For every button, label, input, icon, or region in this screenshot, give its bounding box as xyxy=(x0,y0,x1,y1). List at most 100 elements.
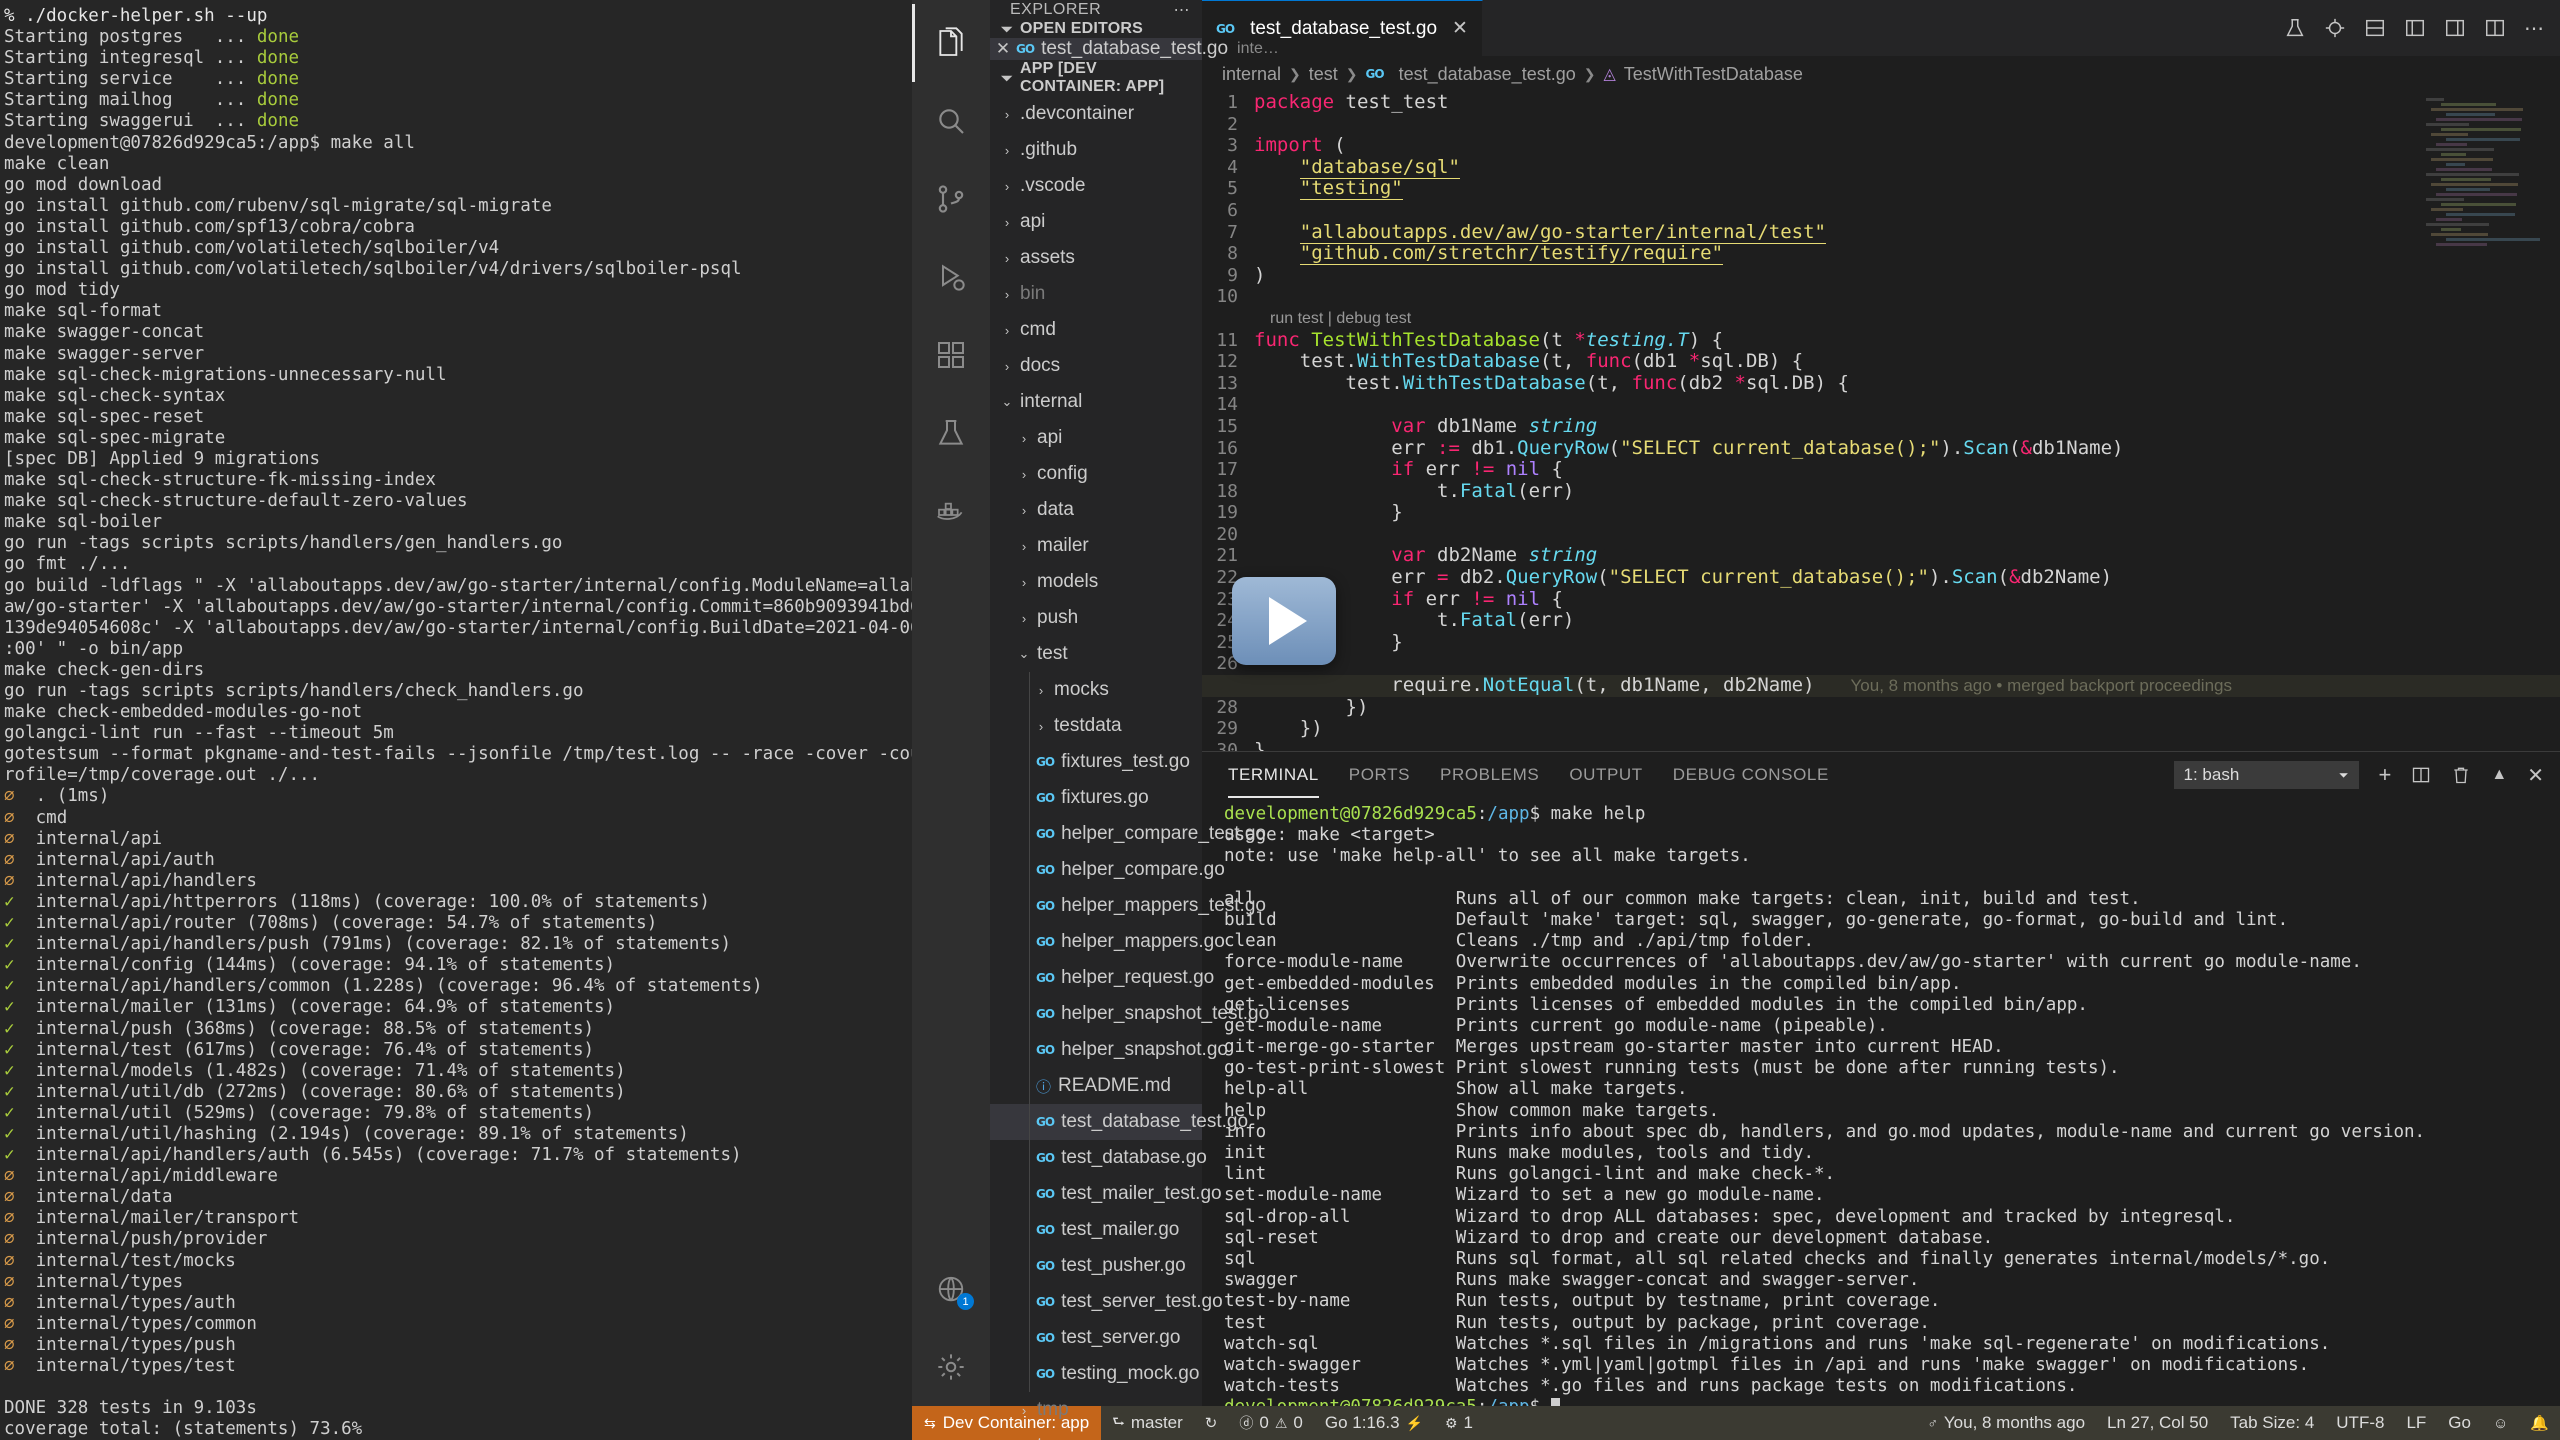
code-token: WithTestDatabase xyxy=(1357,350,1540,372)
tree-file[interactable]: GOfixtures.go xyxy=(990,780,1202,816)
more-actions-button[interactable]: ⋯ xyxy=(2524,16,2544,41)
panel-tab-debug-console[interactable]: DEBUG CONSOLE xyxy=(1673,752,1829,798)
tree-folder[interactable]: ›push xyxy=(990,600,1202,636)
add-terminal-button[interactable]: + xyxy=(2379,762,2392,788)
tree-folder[interactable]: ›.github xyxy=(990,132,1202,168)
testing-icon[interactable] xyxy=(2284,17,2306,39)
panel-tab-output[interactable]: OUTPUT xyxy=(1569,752,1642,798)
tree-folder[interactable]: ›docs xyxy=(990,348,1202,384)
tree-file[interactable]: GOtest_server_test.go xyxy=(990,1284,1202,1320)
tree-folder[interactable]: ›tmp xyxy=(990,1392,1202,1428)
tree-folder[interactable]: ›cmd xyxy=(990,312,1202,348)
tree-file[interactable]: GOhelper_compare.go xyxy=(990,852,1202,888)
debug-alt-icon[interactable] xyxy=(2324,17,2346,39)
tree-file[interactable]: GOtesting_mock.go xyxy=(990,1356,1202,1392)
minimap[interactable] xyxy=(2426,98,2546,278)
layout-icon[interactable] xyxy=(2444,17,2466,39)
status-blame[interactable]: ♂ You, 8 months ago xyxy=(1916,1406,2096,1440)
code-lens-run-test[interactable]: run test | debug test xyxy=(1202,308,2560,330)
activity-item-source-control[interactable] xyxy=(912,160,990,238)
status-tab-size[interactable]: Tab Size: 4 xyxy=(2219,1406,2325,1440)
integrated-terminal[interactable]: development@07826d929ca5:/app$ make help… xyxy=(1202,798,2560,1406)
tree-folder[interactable]: ›.devcontainer xyxy=(990,96,1202,132)
breadcrumb-item-internal[interactable]: internal xyxy=(1222,64,1281,85)
split-editor-down-icon[interactable] xyxy=(2364,17,2386,39)
status-eol[interactable]: LF xyxy=(2395,1406,2437,1440)
tree-folder[interactable]: ›mocks xyxy=(990,672,1202,708)
tree-folder[interactable]: ›api xyxy=(990,204,1202,240)
tree-file[interactable]: GOhelper_mappers_test.go xyxy=(990,888,1202,924)
play-overlay-button[interactable] xyxy=(1232,577,1336,665)
section-workspace[interactable]: ⏷ APP [DEV CONTAINER: APP] xyxy=(990,60,1202,96)
status-language-mode[interactable]: Go xyxy=(2437,1406,2482,1440)
split-terminal-icon[interactable] xyxy=(2411,765,2431,785)
tree-file[interactable]: GOtest_database_test.go xyxy=(990,1104,1202,1140)
code-line: 24 t.Fatal(err) xyxy=(1202,610,2560,632)
open-editor-item[interactable]: ✕ GO test_database_test.go inte… xyxy=(990,38,1202,60)
tree-file[interactable]: GOtest_mailer_test.go xyxy=(990,1176,1202,1212)
trash-icon[interactable] xyxy=(2451,765,2471,785)
tree-folder[interactable]: ›types xyxy=(990,1428,1202,1440)
status-feedback[interactable]: ☺ xyxy=(2482,1406,2519,1440)
tree-folder[interactable]: ›mailer xyxy=(990,528,1202,564)
status-encoding[interactable]: UTF-8 xyxy=(2325,1406,2395,1440)
panel-tab-terminal[interactable]: TERMINAL xyxy=(1228,752,1319,798)
tree-folder[interactable]: ›data xyxy=(990,492,1202,528)
tree-file[interactable]: GOhelper_snapshot_test.go xyxy=(990,996,1202,1032)
code-token: } xyxy=(1391,501,1402,523)
tree-folder[interactable]: ⌄internal xyxy=(990,384,1202,420)
tree-folder[interactable]: ›config xyxy=(990,456,1202,492)
status-cursor-position[interactable]: Ln 27, Col 50 xyxy=(2096,1406,2219,1440)
panel-tab-ports[interactable]: PORTS xyxy=(1349,752,1410,798)
tree-folder[interactable]: ›models xyxy=(990,564,1202,600)
tree-file[interactable]: GOfixtures_test.go xyxy=(990,744,1202,780)
activity-item-settings[interactable] xyxy=(912,1328,990,1406)
tree-file[interactable]: GOtest_database.go xyxy=(990,1140,1202,1176)
tree-folder[interactable]: ›assets xyxy=(990,240,1202,276)
split-editor-right-icon[interactable] xyxy=(2484,17,2506,39)
code-editor[interactable]: 1package test_test23import (4 "database/… xyxy=(1202,92,2560,751)
activity-item-remote-explorer[interactable]: 1 xyxy=(912,1250,990,1328)
section-open-editors[interactable]: ⏷ OPEN EDITORS xyxy=(990,20,1202,38)
close-icon[interactable]: ✕ xyxy=(990,39,1016,59)
tree-folder[interactable]: ›api xyxy=(990,420,1202,456)
tree-file[interactable]: GOhelper_compare_test.go xyxy=(990,816,1202,852)
code-token: ). xyxy=(1929,566,1952,588)
breadcrumb-item-file[interactable]: test_database_test.go xyxy=(1399,64,1576,85)
maximize-panel-button[interactable]: ▲ xyxy=(2491,766,2507,784)
indent-guide xyxy=(1029,816,1030,852)
status-ports[interactable]: ⚙ 1 xyxy=(1434,1406,1484,1440)
status-notifications[interactable]: 🔔 xyxy=(2519,1406,2560,1440)
tree-file[interactable]: GOhelper_request.go xyxy=(990,960,1202,996)
code-token: ( xyxy=(1998,566,2009,588)
preview-icon[interactable] xyxy=(2404,17,2426,39)
host-terminal[interactable]: % ./docker-helper.sh --upStarting postgr… xyxy=(0,0,912,1440)
panel-tab-problems[interactable]: PROBLEMS xyxy=(1440,752,1539,798)
close-panel-button[interactable]: ✕ xyxy=(2527,763,2544,788)
tree-file[interactable]: GOtest_server.go xyxy=(990,1320,1202,1356)
code-token: WithTestDatabase xyxy=(1403,372,1586,394)
terminal-select[interactable]: 1: bash ⏷ xyxy=(2174,761,2359,789)
tree-folder[interactable]: ›testdata xyxy=(990,708,1202,744)
code-token: if xyxy=(1391,458,1414,480)
activity-item-search[interactable] xyxy=(912,82,990,160)
activity-item-extensions[interactable] xyxy=(912,316,990,394)
activity-item-docker[interactable] xyxy=(912,472,990,550)
status-go-version[interactable]: Go 1:16.3 ⚡ xyxy=(1314,1406,1434,1440)
tree-file[interactable]: GOhelper_snapshot.go xyxy=(990,1032,1202,1068)
activity-item-run-and-debug[interactable] xyxy=(912,238,990,316)
breadcrumb-item-test[interactable]: test xyxy=(1309,64,1338,85)
tree-folder[interactable]: ⌄test xyxy=(990,636,1202,672)
activity-item-explorer[interactable] xyxy=(912,4,990,82)
tree-file[interactable]: GOhelper_mappers.go xyxy=(990,924,1202,960)
tree-file[interactable]: ⓘREADME.md xyxy=(990,1068,1202,1104)
sidebar-more-button[interactable]: ⋯ xyxy=(1174,0,1191,20)
status-problems[interactable]: ⓓ 0 ⚠ 0 xyxy=(1228,1406,1314,1440)
close-icon[interactable]: ✕ xyxy=(1452,17,1468,40)
tree-folder[interactable]: ›bin xyxy=(990,276,1202,312)
breadcrumb-item-symbol[interactable]: TestWithTestDatabase xyxy=(1624,64,1803,85)
tree-file[interactable]: GOtest_mailer.go xyxy=(990,1212,1202,1248)
tree-folder[interactable]: ›.vscode xyxy=(990,168,1202,204)
activity-item-testing[interactable] xyxy=(912,394,990,472)
tree-file[interactable]: GOtest_pusher.go xyxy=(990,1248,1202,1284)
